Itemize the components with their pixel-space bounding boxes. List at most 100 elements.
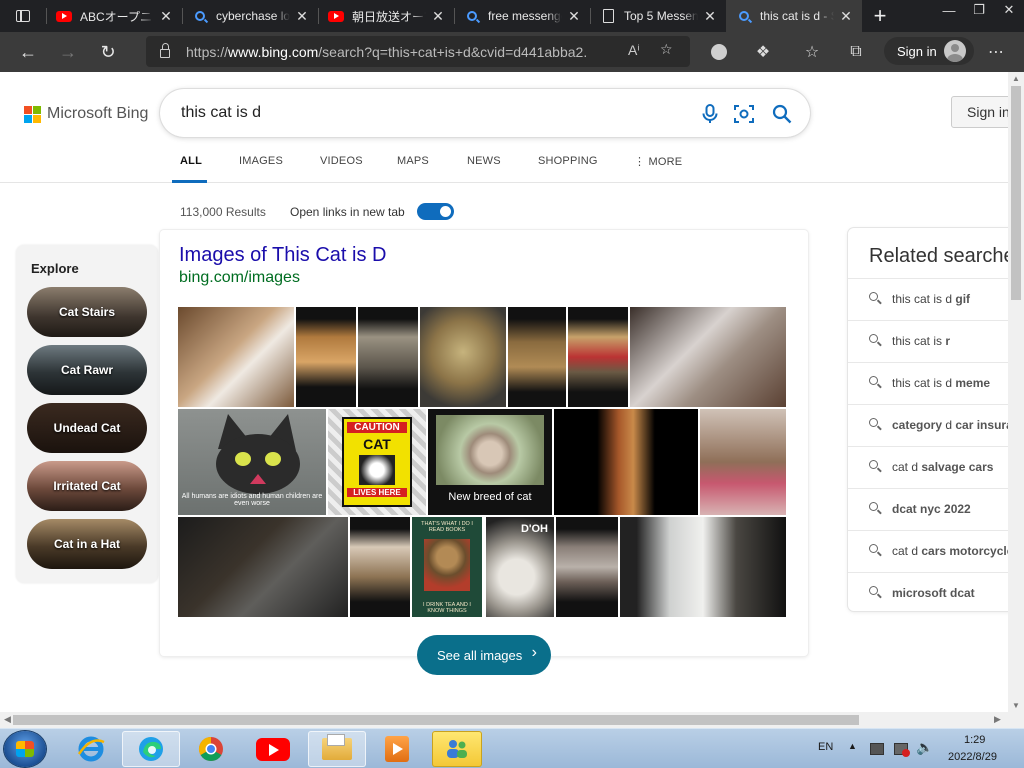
search-icon[interactable] [771, 103, 793, 125]
cat-image[interactable]: All humans are idiots and human children… [178, 409, 326, 515]
lock-icon[interactable] [160, 43, 170, 58]
add-favorite-icon[interactable]: ☆ [660, 41, 673, 58]
cat-image[interactable] [630, 307, 786, 407]
cat-image[interactable] [178, 307, 294, 407]
tab-more[interactable]: ⋮ MORE [634, 155, 682, 168]
close-window-button[interactable]: ✕ [994, 0, 1024, 20]
microphone-icon[interactable] [699, 103, 721, 125]
read-aloud-icon[interactable]: Aⁱ [628, 42, 640, 59]
visual-search-icon[interactable] [733, 103, 755, 125]
cat-image[interactable]: THAT'S WHAT I DO I READ BOOKS I DRINK TE… [412, 517, 482, 617]
clock-time[interactable]: 1:29 [964, 734, 985, 746]
url-text[interactable]: https://www.bing.com/search?q=this+cat+i… [186, 44, 586, 60]
back-button[interactable]: ← [8, 34, 48, 70]
tab-videos[interactable]: VIDEOS [320, 155, 363, 167]
forward-button[interactable]: → [48, 34, 88, 70]
show-hidden-icons-icon[interactable]: ▲ [848, 741, 857, 751]
new-tab-button[interactable]: + [862, 0, 898, 32]
related-search-item[interactable]: dcat nyc 2022 [848, 488, 1008, 530]
network-icon[interactable] [870, 743, 884, 755]
explore-item-irritated-cat[interactable]: Irritated Cat [27, 461, 147, 511]
tab-this-cat-is-d[interactable]: this cat is d - Search ✕ [726, 0, 862, 32]
close-icon[interactable]: ✕ [702, 8, 718, 25]
open-new-tab-toggle[interactable] [417, 203, 454, 220]
related-search-item[interactable]: cat d cars motorcycles [848, 530, 1008, 572]
close-icon[interactable]: ✕ [294, 8, 310, 25]
language-indicator[interactable]: EN [818, 741, 833, 753]
edge-icon[interactable] [122, 731, 180, 767]
tab-all[interactable]: ALL [180, 155, 202, 167]
horizontal-scroll-thumb[interactable] [13, 715, 859, 725]
scroll-right-icon[interactable]: ▶ [994, 714, 1001, 725]
profile-sync-icon[interactable] [707, 40, 731, 64]
tab-shopping[interactable]: SHOPPING [538, 155, 598, 167]
search-input[interactable]: this cat is d [160, 89, 810, 137]
refresh-button[interactable]: ↻ [88, 34, 128, 70]
ie-icon[interactable] [62, 731, 120, 767]
browser-signin-button[interactable]: Sign in [884, 37, 974, 65]
related-search-item[interactable]: this cat is d meme [848, 362, 1008, 404]
explore-item-cat-stairs[interactable]: Cat Stairs [27, 287, 147, 337]
volume-icon[interactable]: 🔈 [916, 739, 933, 756]
scroll-up-icon[interactable]: ▲ [1011, 74, 1021, 83]
tab-abc-opening[interactable]: ABCオープニング ✕ [46, 0, 182, 32]
cat-image[interactable] [420, 307, 506, 407]
close-icon[interactable]: ✕ [158, 8, 174, 25]
start-button[interactable] [4, 731, 46, 767]
vertical-scrollbar[interactable]: ▲ ▼ [1008, 72, 1024, 712]
see-all-images-button[interactable]: See all images › [417, 635, 551, 675]
tab-asahi-opening[interactable]: 朝日放送オープニング ✕ [318, 0, 454, 32]
related-search-item[interactable]: this cat is r [848, 320, 1008, 362]
cat-image[interactable]: D'OH [486, 517, 554, 617]
favorites-icon[interactable]: ☆ [800, 40, 824, 64]
bing-logo[interactable]: Microsoft Bing [24, 105, 148, 123]
address-bar[interactable]: https://www.bing.com/search?q=this+cat+i… [146, 36, 690, 67]
media-player-icon[interactable] [368, 731, 426, 767]
cat-image[interactable] [700, 409, 786, 515]
close-icon[interactable]: ✕ [566, 8, 582, 25]
page-signin-button[interactable]: Sign in [951, 96, 1008, 128]
search-query-text[interactable]: this cat is d [181, 104, 261, 122]
tab-actions-button[interactable] [0, 0, 46, 32]
cat-image[interactable] [620, 517, 786, 617]
horizontal-scrollbar[interactable]: ◀ ▶ [0, 712, 1008, 728]
images-source-url[interactable]: bing.com/images [179, 269, 300, 287]
restore-button[interactable]: ❐ [964, 0, 994, 20]
related-search-item[interactable]: category d car insurance [848, 404, 1008, 446]
tab-news[interactable]: NEWS [467, 155, 501, 167]
tab-images[interactable]: IMAGES [239, 155, 283, 167]
scroll-down-icon[interactable]: ▼ [1011, 701, 1021, 710]
scroll-left-icon[interactable]: ◀ [4, 714, 11, 725]
tab-maps[interactable]: MAPS [397, 155, 429, 167]
minimize-button[interactable]: — [934, 0, 964, 20]
explore-item-cat-in-a-hat[interactable]: Cat in a Hat [27, 519, 147, 569]
related-search-item[interactable]: microsoft dcat [848, 572, 1008, 611]
youtube-icon[interactable] [244, 731, 302, 767]
tab-top5-messenger[interactable]: Top 5 Messenger ✕ [590, 0, 726, 32]
action-center-icon[interactable] [894, 743, 910, 757]
cat-image[interactable] [358, 307, 418, 407]
collections-icon[interactable]: ⧉ [844, 40, 868, 64]
cat-image[interactable] [296, 307, 356, 407]
explore-item-cat-rawr[interactable]: Cat Rawr [27, 345, 147, 395]
people-icon[interactable] [432, 731, 482, 767]
chrome-icon[interactable] [182, 731, 240, 767]
more-options-icon[interactable]: ⋯ [984, 40, 1008, 64]
tab-cyberchase[interactable]: cyberchase logo ✕ [182, 0, 318, 32]
close-icon[interactable]: ✕ [838, 8, 854, 25]
cat-image[interactable] [508, 307, 566, 407]
extensions-icon[interactable]: ❖ [751, 40, 775, 64]
cat-image[interactable] [554, 409, 698, 515]
related-search-item[interactable]: this cat is d gif [848, 278, 1008, 320]
cat-image[interactable]: New breed of cat [428, 409, 552, 515]
cat-image[interactable] [568, 307, 628, 407]
clock-date[interactable]: 2022/8/29 [948, 751, 997, 763]
close-icon[interactable]: ✕ [430, 8, 446, 25]
explore-item-undead-cat[interactable]: Undead Cat [27, 403, 147, 453]
cat-image[interactable]: CAUTION CAT LIVES HERE [328, 409, 426, 515]
cat-image[interactable] [350, 517, 410, 617]
vertical-scroll-thumb[interactable] [1011, 86, 1021, 300]
cat-image[interactable] [178, 517, 348, 617]
tab-free-messenger[interactable]: free messenger ✕ [454, 0, 590, 32]
related-search-item[interactable]: cat d salvage cars [848, 446, 1008, 488]
